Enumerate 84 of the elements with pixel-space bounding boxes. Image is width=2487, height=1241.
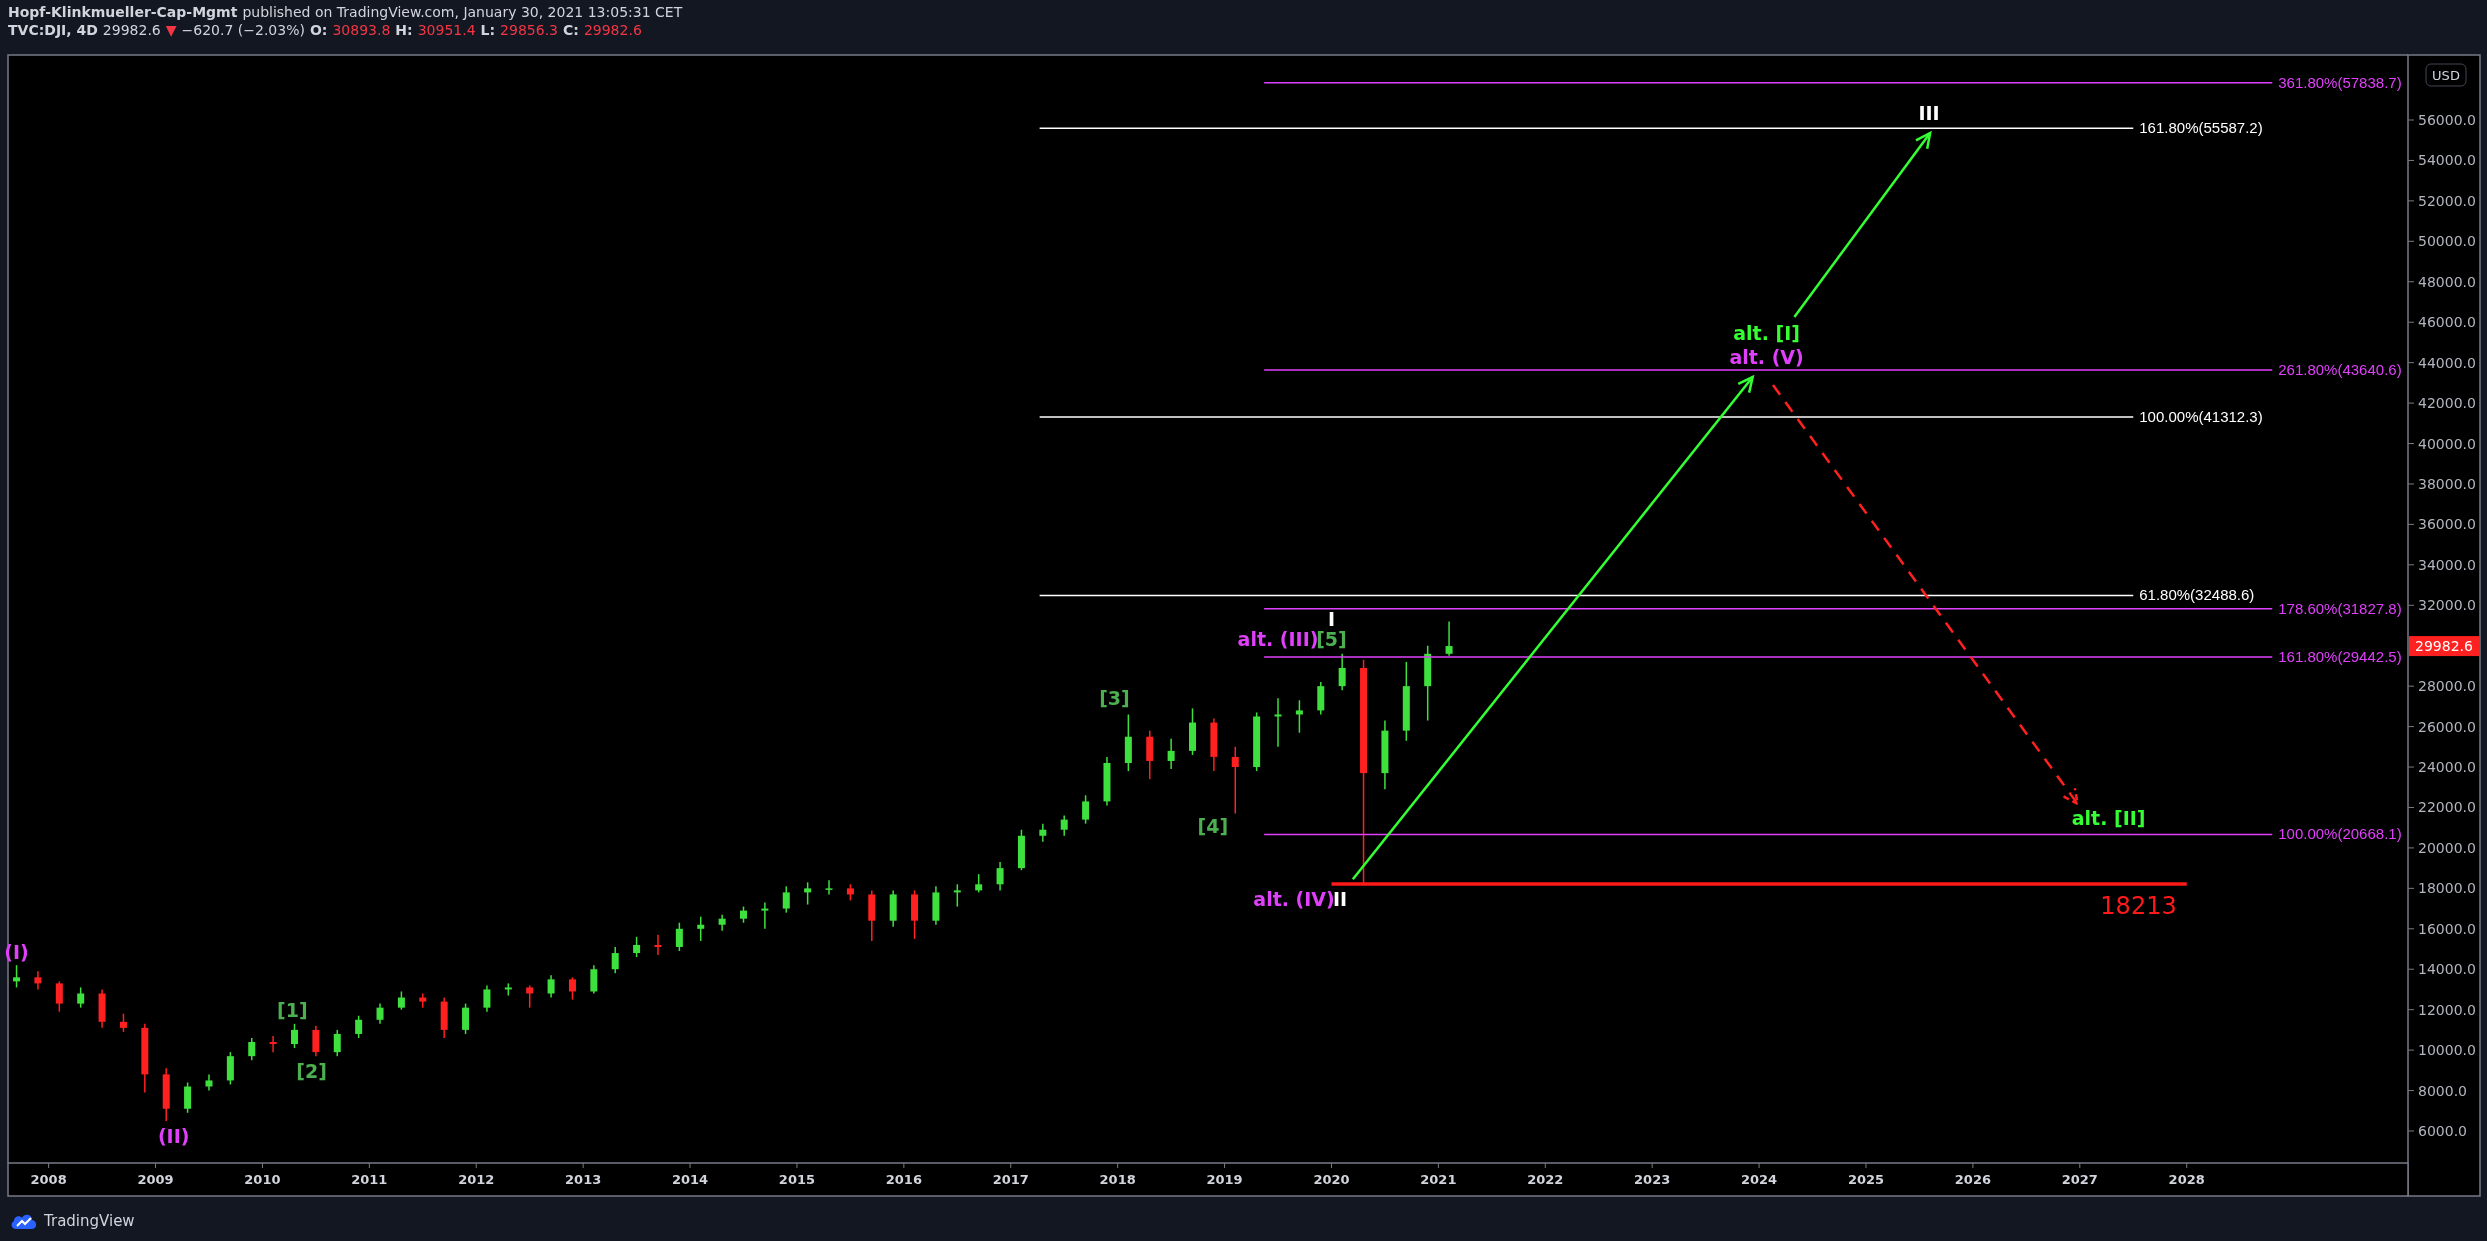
wave-label: [1] bbox=[277, 998, 308, 1021]
price-axis-label: 12000.0 bbox=[2418, 1001, 2476, 1018]
fib-level-label: 161.80%(29442.5) bbox=[2278, 648, 2402, 665]
time-axis-label: 2011 bbox=[351, 1172, 388, 1187]
price-axis-label: 36000.0 bbox=[2418, 516, 2476, 533]
price-axis-label: 18000.0 bbox=[2418, 880, 2476, 897]
price-axis-label: 42000.0 bbox=[2418, 395, 2476, 412]
wave-label: (II) bbox=[157, 1125, 190, 1148]
price-axis-label: 24000.0 bbox=[2418, 759, 2476, 776]
wave-label: alt. [I] bbox=[1733, 322, 1800, 344]
fib-level-label: 61.80%(32488.6) bbox=[2139, 586, 2255, 604]
price-axis-label: 28000.0 bbox=[2418, 678, 2476, 695]
wave-label: alt. (V) bbox=[1729, 346, 1804, 368]
fib-level-label: 261.80%(43640.6) bbox=[2278, 360, 2402, 378]
price-axis-label: 44000.0 bbox=[2418, 354, 2476, 371]
fib-level-label: 361.80%(57838.7) bbox=[2278, 73, 2402, 91]
wave-label: [2] bbox=[296, 1059, 327, 1082]
price-axis-label: 56000.0 bbox=[2418, 112, 2476, 128]
time-axis-label: 2012 bbox=[458, 1172, 495, 1187]
time-axis-label: 2010 bbox=[244, 1172, 281, 1187]
time-axis-label: 2024 bbox=[1741, 1172, 1778, 1187]
fib-level-label: 178.60%(31827.8) bbox=[2278, 599, 2402, 617]
time-axis-label: 2018 bbox=[1099, 1172, 1136, 1187]
price-axis-label: 16000.0 bbox=[2418, 920, 2476, 937]
support-level-label: 18213 bbox=[2100, 892, 2177, 921]
fib-level-label: 100.00%(20668.1) bbox=[2278, 825, 2402, 843]
time-axis-label: 2014 bbox=[671, 1172, 709, 1187]
price-axis-label: 32000.0 bbox=[2418, 597, 2476, 614]
time-axis-label: 2009 bbox=[137, 1172, 174, 1187]
ohlc-value: 30951.4 bbox=[417, 22, 476, 38]
price-axis-label: 54000.0 bbox=[2418, 152, 2476, 169]
wave-label: alt. [II] bbox=[2071, 807, 2146, 829]
price-axis-label: 52000.0 bbox=[2418, 192, 2476, 209]
wave-label: II bbox=[1332, 888, 1348, 910]
price-axis-label: 22000.0 bbox=[2418, 799, 2476, 816]
publish-info: published on TradingView.com, January 30, 2021 13:05:31 CET bbox=[242, 4, 683, 20]
time-axis-label: 2019 bbox=[1206, 1172, 1243, 1187]
price-axis-label: 46000.0 bbox=[2418, 314, 2476, 331]
time-axis-label: 2017 bbox=[992, 1172, 1029, 1187]
time-axis-label: 2008 bbox=[30, 1172, 67, 1187]
ohlc-value: 29856.3 bbox=[500, 22, 558, 38]
wave-label: (I) bbox=[4, 941, 29, 964]
wave-label: alt. (IV) bbox=[1253, 888, 1335, 910]
price-axis-label: 26000.0 bbox=[2418, 718, 2476, 735]
wave-label: III bbox=[1918, 101, 1940, 124]
fib-level-label: 100.00%(41312.3) bbox=[2139, 408, 2263, 425]
price-axis-label: 14000.0 bbox=[2418, 961, 2476, 978]
ohlc-key: H: bbox=[395, 22, 413, 38]
price-axis-label: 8000.0 bbox=[2418, 1082, 2467, 1099]
wave-label: alt. (III) bbox=[1237, 628, 1319, 651]
time-axis-label: 2026 bbox=[1954, 1172, 1991, 1187]
price-axis-label: 10000.0 bbox=[2418, 1042, 2476, 1059]
price-axis-label: 34000.0 bbox=[2418, 556, 2476, 573]
price-axis-label: 6000.0 bbox=[2418, 1123, 2467, 1139]
time-axis-label: 2027 bbox=[2061, 1172, 2098, 1187]
last-price-tag: 29982.6 bbox=[2409, 636, 2480, 657]
time-axis-label: 2013 bbox=[565, 1172, 602, 1187]
ohlc-value: 29982.6 bbox=[583, 22, 642, 38]
time-axis-label: 2028 bbox=[2168, 1172, 2205, 1187]
price-axis-label: 40000.0 bbox=[2418, 435, 2476, 452]
symbol-label: TVC:DJI, 4D bbox=[8, 22, 98, 38]
time-axis-label: 2025 bbox=[1847, 1172, 1885, 1187]
time-axis-label: 2016 bbox=[885, 1172, 922, 1187]
price-axis-label: 50000.0 bbox=[2418, 233, 2476, 250]
price-axis-label: 20000.0 bbox=[2418, 839, 2476, 856]
price-axis-label: 38000.0 bbox=[2418, 475, 2476, 492]
wave-label: [4] bbox=[1197, 815, 1229, 837]
ohlc-value: 30893.8 bbox=[332, 22, 391, 38]
last-price: 29982.6 bbox=[102, 22, 161, 38]
time-axis-label: 2015 bbox=[778, 1172, 816, 1187]
time-axis-label: 2020 bbox=[1313, 1172, 1350, 1187]
ohlc-key: L: bbox=[480, 22, 496, 38]
wave-label: [3] bbox=[1099, 687, 1130, 710]
price-axis-label: 48000.0 bbox=[2418, 273, 2476, 290]
time-axis-label: 2021 bbox=[1420, 1172, 1457, 1187]
change-arrow: ▼ bbox=[165, 22, 177, 38]
wave-label: I bbox=[1327, 608, 1335, 631]
ohlc-key: C: bbox=[563, 22, 579, 38]
ohlc-key: O: bbox=[309, 22, 328, 38]
fib-level-label: 161.80%(55587.2) bbox=[2139, 119, 2263, 137]
time-axis-label: 2023 bbox=[1634, 1172, 1671, 1187]
price-change: −620.7 (−2.03%) bbox=[181, 22, 305, 38]
time-axis-label: 2022 bbox=[1527, 1172, 1564, 1187]
wave-label: [5] bbox=[1316, 628, 1347, 651]
